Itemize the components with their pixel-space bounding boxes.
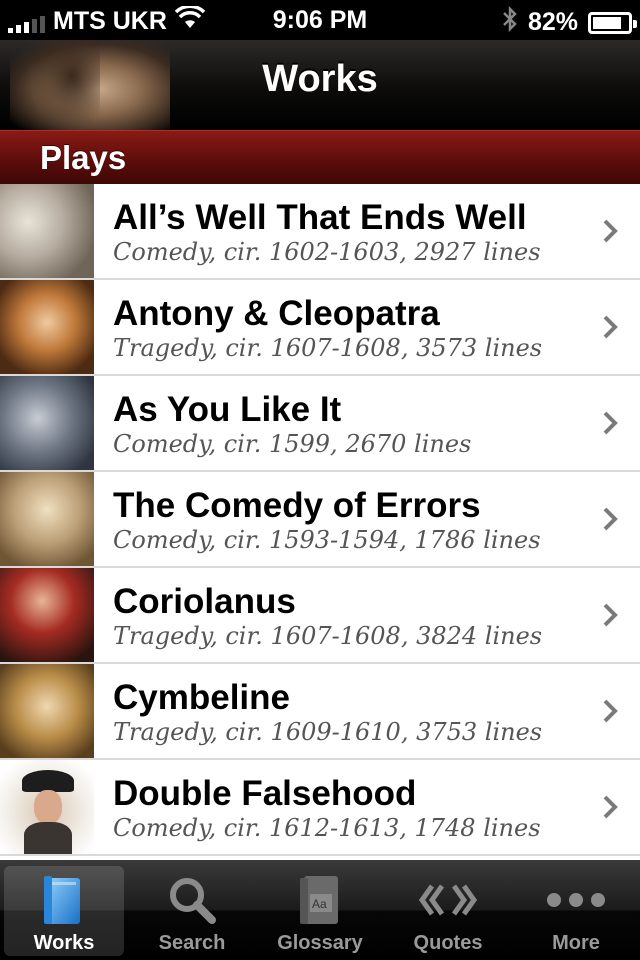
chevron-right-icon xyxy=(602,218,618,244)
play-details: Comedy, cir. 1612-1613, 1748 lines xyxy=(113,814,541,842)
section-header: Plays xyxy=(0,130,640,184)
tab-label: Glossary xyxy=(277,932,363,954)
play-thumbnail xyxy=(0,760,94,854)
plays-list[interactable]: All’s Well That Ends Well Comedy, cir. 1… xyxy=(0,184,640,860)
search-icon xyxy=(132,872,252,928)
play-row-comedy-of-errors[interactable]: The Comedy of Errors Comedy, cir. 1593-1… xyxy=(0,472,640,568)
tab-quotes[interactable]: Quotes xyxy=(388,866,508,956)
page-title: Works xyxy=(262,58,378,100)
play-row-coriolanus[interactable]: Coriolanus Tragedy, cir. 1607-1608, 3824… xyxy=(0,568,640,664)
chevron-right-icon xyxy=(602,410,618,436)
play-title: Coriolanus xyxy=(113,582,296,621)
play-details: Comedy, cir. 1599, 2670 lines xyxy=(113,430,472,458)
section-title: Plays xyxy=(40,139,127,176)
battery-fill xyxy=(593,16,621,29)
tab-label: More xyxy=(552,932,600,954)
status-bar: MTS UKR 9:06 PM 82% xyxy=(0,0,640,40)
battery-percent: 82% xyxy=(527,8,578,36)
tab-glossary[interactable]: Aa Glossary xyxy=(260,866,380,956)
quotes-icon xyxy=(388,872,508,928)
tab-label: Works xyxy=(33,932,95,954)
play-thumbnail xyxy=(0,568,94,662)
tab-label: Quotes xyxy=(413,932,483,954)
dictionary-icon: Aa xyxy=(260,872,380,928)
play-row-as-you-like-it[interactable]: As You Like It Comedy, cir. 1599, 2670 l… xyxy=(0,376,640,472)
more-icon xyxy=(516,872,636,928)
play-thumbnail xyxy=(0,376,94,470)
play-title: Antony & Cleopatra xyxy=(113,294,440,333)
tab-more[interactable]: More xyxy=(516,866,636,956)
play-row-antony-cleopatra[interactable]: Antony & Cleopatra Tragedy, cir. 1607-16… xyxy=(0,280,640,376)
play-details: Tragedy, cir. 1607-1608, 3824 lines xyxy=(113,622,543,650)
battery-icon xyxy=(588,11,637,34)
tab-works[interactable]: Works xyxy=(4,866,124,956)
play-title: The Comedy of Errors xyxy=(113,486,481,525)
play-details: Comedy, cir. 1593-1594, 1786 lines xyxy=(113,526,541,554)
play-details: Tragedy, cir. 1607-1608, 3573 lines xyxy=(113,334,543,362)
bluetooth-icon xyxy=(502,5,518,39)
play-title: Cymbeline xyxy=(113,678,290,717)
play-title: All’s Well That Ends Well xyxy=(113,198,527,237)
play-details: Tragedy, cir. 1609-1610, 3753 lines xyxy=(113,718,543,746)
book-icon xyxy=(4,872,124,928)
play-row-alls-well[interactable]: All’s Well That Ends Well Comedy, cir. 1… xyxy=(0,184,640,280)
chevron-right-icon xyxy=(602,602,618,628)
tab-bar: Works Search Aa Glossary Quotes More xyxy=(0,860,640,960)
play-row-cymbeline[interactable]: Cymbeline Tragedy, cir. 1609-1610, 3753 … xyxy=(0,664,640,760)
status-right: 82% xyxy=(502,5,637,39)
tab-label: Search xyxy=(158,932,226,954)
navigation-bar: Works xyxy=(0,40,640,130)
play-thumbnail xyxy=(0,184,94,278)
play-title: As You Like It xyxy=(113,390,342,429)
tab-search[interactable]: Search xyxy=(132,866,252,956)
play-details: Comedy, cir. 1602-1603, 2927 lines xyxy=(113,238,541,266)
play-row-double-falsehood[interactable]: Double Falsehood Comedy, cir. 1612-1613,… xyxy=(0,760,640,856)
chevron-right-icon xyxy=(602,506,618,532)
play-thumbnail xyxy=(0,280,94,374)
play-thumbnail xyxy=(0,664,94,758)
play-title: Double Falsehood xyxy=(113,774,417,813)
chevron-right-icon xyxy=(602,314,618,340)
chevron-right-icon xyxy=(602,794,618,820)
play-thumbnail xyxy=(0,472,94,566)
svg-text:Aa: Aa xyxy=(312,897,327,911)
chevron-right-icon xyxy=(602,698,618,724)
